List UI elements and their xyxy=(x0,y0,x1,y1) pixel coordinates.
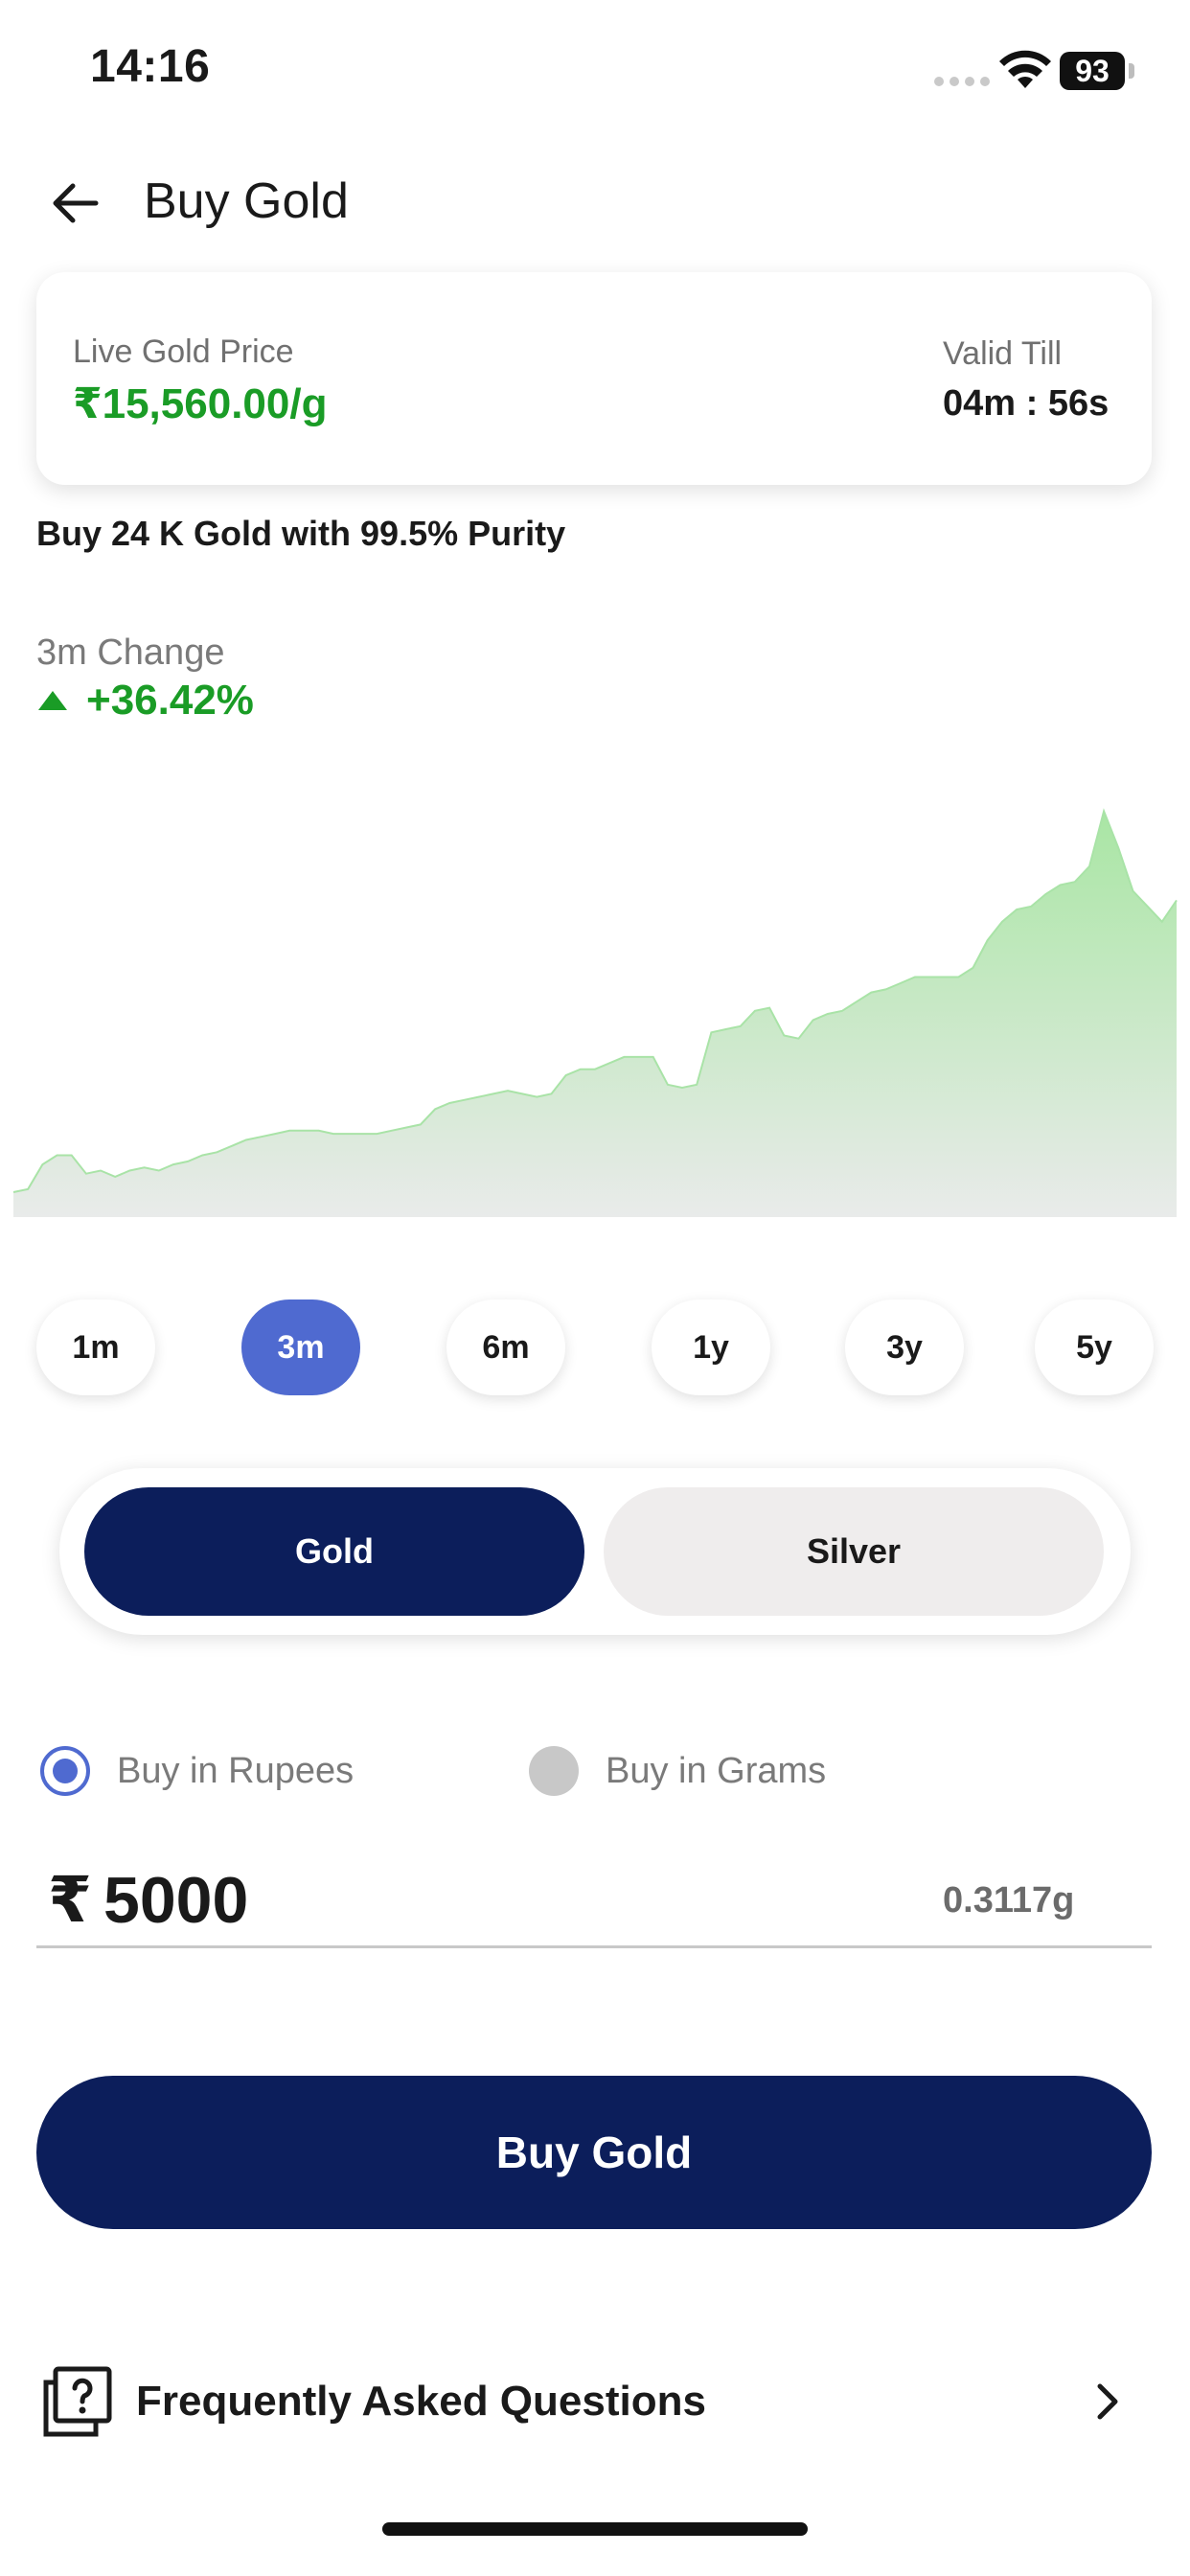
amount-underline xyxy=(36,1945,1152,1948)
currency-symbol: ₹ xyxy=(48,1864,92,1935)
valid-till-label: Valid Till xyxy=(943,335,1063,372)
silver-tab[interactable]: Silver xyxy=(604,1487,1104,1616)
purity-text: Buy 24 K Gold with 99.5% Purity xyxy=(36,514,566,553)
page-title: Buy Gold xyxy=(144,173,349,229)
arrow-left-icon xyxy=(53,183,99,223)
buy-in-rupees-option[interactable]: Buy in Rupees xyxy=(40,1746,354,1796)
range-label: 6m xyxy=(482,1328,530,1366)
range-1m-button[interactable]: 1m xyxy=(36,1300,155,1395)
chevron-right-icon xyxy=(1097,2383,1118,2420)
live-price-value: ₹15,560.00/g xyxy=(73,380,328,427)
faq-row[interactable]: Frequently Asked Questions xyxy=(36,2363,1152,2440)
buy-in-grams-option[interactable]: Buy in Grams xyxy=(529,1746,826,1796)
radio-selected[interactable] xyxy=(40,1746,90,1796)
range-label: 3m xyxy=(277,1328,325,1366)
change-label: 3m Change xyxy=(36,632,225,673)
range-3m-button[interactable]: 3m xyxy=(241,1300,360,1395)
range-label: 5y xyxy=(1076,1328,1112,1366)
change-value: +36.42% xyxy=(86,677,254,724)
range-label: 1m xyxy=(72,1328,120,1366)
live-price-label: Live Gold Price xyxy=(73,334,294,370)
range-6m-button[interactable]: 6m xyxy=(446,1300,565,1395)
radio-unselected[interactable] xyxy=(529,1746,579,1796)
gold-tab[interactable]: Gold xyxy=(84,1487,584,1616)
grams-equivalent: 0.3117g xyxy=(943,1880,1075,1920)
buy-in-rupees-label: Buy in Rupees xyxy=(117,1750,355,1791)
range-5y-button[interactable]: 5y xyxy=(1035,1300,1154,1395)
range-3y-button[interactable]: 3y xyxy=(845,1300,964,1395)
battery-icon: 93 xyxy=(1060,52,1125,90)
price-chart xyxy=(12,808,1178,1217)
range-label: 3y xyxy=(886,1328,923,1366)
range-1y-button[interactable]: 1y xyxy=(652,1300,770,1395)
home-indicator xyxy=(382,2522,808,2536)
status-time: 14:16 xyxy=(90,41,211,92)
cellular-signal-icon xyxy=(934,77,990,86)
buy-gold-button[interactable]: Buy Gold xyxy=(36,2076,1152,2229)
battery-nub xyxy=(1129,63,1134,79)
range-label: 1y xyxy=(693,1328,729,1366)
valid-till-countdown: 04m : 56s xyxy=(943,383,1110,424)
faq-label: Frequently Asked Questions xyxy=(136,2378,706,2425)
buy-in-grams-label: Buy in Grams xyxy=(606,1750,827,1791)
triangle-up-icon xyxy=(38,691,67,710)
change-row: +36.42% xyxy=(36,677,254,724)
wifi-icon xyxy=(999,50,1051,88)
amount-input[interactable]: 5000 xyxy=(103,1863,248,1938)
chart-area xyxy=(13,811,1177,1217)
live-price-card xyxy=(36,272,1152,485)
back-button[interactable] xyxy=(44,172,105,234)
faq-question-icon xyxy=(43,2366,112,2437)
